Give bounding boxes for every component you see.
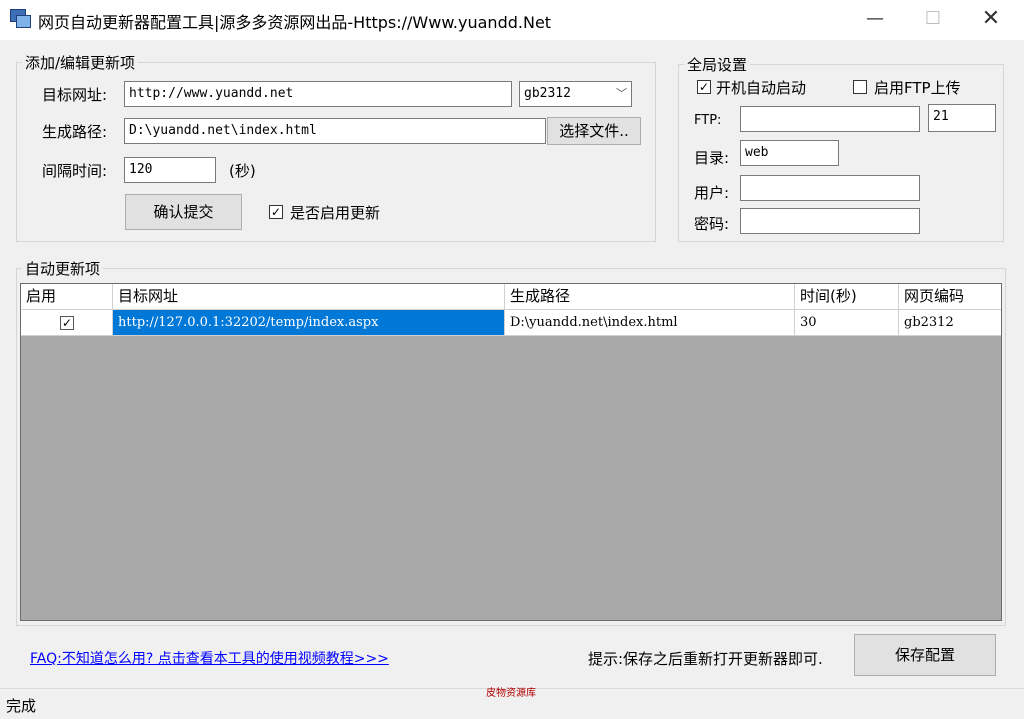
save-config-button[interactable]: 保存配置	[854, 634, 996, 676]
faq-link[interactable]: FAQ:不知道怎么用? 点击查看本工具的使用视频教程>>>	[30, 648, 389, 668]
status-text: 完成	[6, 697, 37, 715]
encoding-select[interactable]: gb2312 ﹀	[519, 81, 632, 107]
row-url-cell[interactable]: http://127.0.0.1:32202/temp/index.aspx	[113, 310, 505, 336]
interval-unit-label: (秒)	[229, 162, 256, 180]
ftp-input[interactable]	[740, 106, 920, 132]
row-interval-cell[interactable]: 30	[795, 310, 899, 336]
path-label: 生成路径:	[42, 123, 108, 141]
directory-label: 目录:	[694, 149, 730, 167]
submit-button[interactable]: 确认提交	[125, 194, 242, 230]
watermark-text: 皮物资源库	[486, 688, 536, 699]
ftp-port-input[interactable]: 21	[928, 104, 996, 132]
app-icon	[10, 9, 31, 28]
row-enabled-cell[interactable]: ✓	[21, 310, 113, 336]
row-path-cell[interactable]: D:\yuandd.net\index.html	[505, 310, 795, 336]
ftp-upload-label: 启用FTP上传	[874, 79, 961, 97]
column-header-url[interactable]: 目标网址	[113, 284, 505, 310]
url-input[interactable]: http://www.yuandd.net	[124, 81, 512, 107]
edit-group-legend: 添加/编辑更新项	[22, 52, 139, 73]
user-input[interactable]	[740, 175, 920, 201]
column-header-enabled[interactable]: 启用	[21, 284, 113, 310]
column-header-encoding[interactable]: 网页编码	[899, 284, 1001, 310]
interval-input[interactable]: 120	[124, 157, 216, 183]
update-list-legend: 自动更新项	[22, 258, 104, 279]
browse-file-button[interactable]: 选择文件..	[547, 117, 641, 145]
global-settings-legend: 全局设置	[684, 54, 751, 75]
enable-update-checkbox[interactable]: ✓	[269, 205, 283, 219]
close-button[interactable]: ✕	[968, 4, 1014, 34]
column-header-interval[interactable]: 时间(秒)	[795, 284, 899, 310]
password-label: 密码:	[694, 215, 730, 233]
url-label: 目标网址:	[42, 86, 108, 104]
maximize-button[interactable]: ☐	[910, 4, 956, 34]
user-label: 用户:	[694, 184, 730, 202]
window-title: 网页自动更新器配置工具|源多多资源网出品-Https://Www.yuandd.…	[38, 13, 552, 32]
chevron-down-icon: ﹀	[616, 87, 627, 100]
update-list-grid[interactable]: 启用 目标网址 生成路径 时间(秒) 网页编码 ✓ http://127.0.0…	[20, 283, 1002, 621]
autostart-checkbox[interactable]: ✓	[697, 80, 711, 94]
enable-update-label: 是否启用更新	[290, 204, 381, 222]
encoding-value: gb2312	[524, 86, 571, 101]
directory-input[interactable]: web	[740, 140, 839, 166]
save-tip-text: 提示:保存之后重新打开更新器即可.	[588, 650, 823, 668]
password-input[interactable]	[740, 208, 920, 234]
row-enabled-checkbox[interactable]: ✓	[60, 316, 74, 330]
interval-label: 间隔时间:	[42, 162, 108, 180]
path-input[interactable]: D:\yuandd.net\index.html	[124, 118, 546, 144]
row-encoding-cell[interactable]: gb2312	[899, 310, 1001, 336]
ftp-label: FTP:	[694, 113, 722, 128]
ftp-upload-checkbox[interactable]	[853, 80, 867, 94]
title-bar[interactable]: 网页自动更新器配置工具|源多多资源网出品-Https://Www.yuandd.…	[0, 0, 1024, 40]
autostart-label: 开机自动启动	[716, 79, 807, 97]
column-header-path[interactable]: 生成路径	[505, 284, 795, 310]
minimize-button[interactable]: —	[852, 4, 898, 34]
